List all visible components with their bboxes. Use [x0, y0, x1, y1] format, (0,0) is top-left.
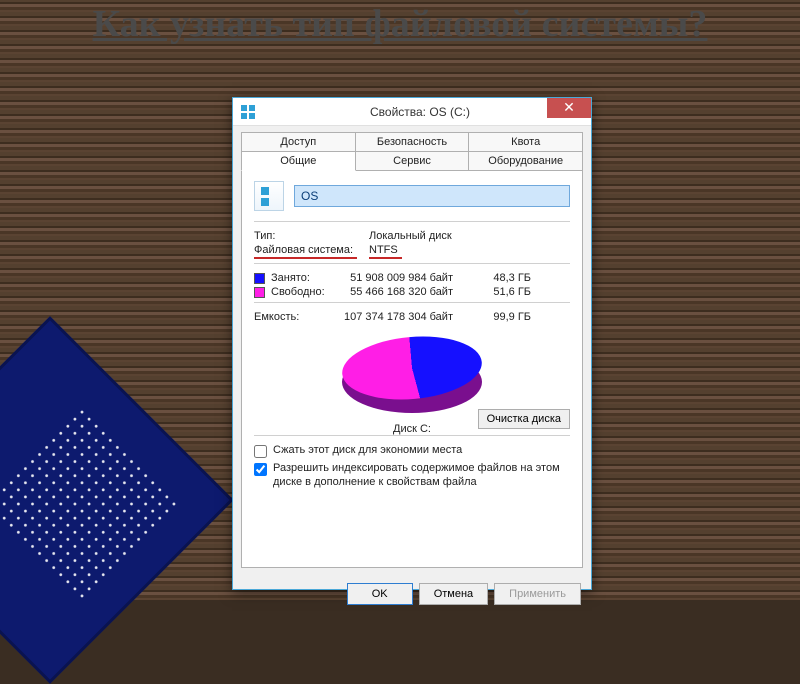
capacity-row: Емкость: 107 374 178 304 байт 99,9 ГБ [254, 311, 570, 323]
dialog-buttons: OK Отмена Применить [233, 577, 591, 613]
free-row: Свободно: 55 466 168 320 байт 51,6 ГБ [254, 286, 570, 298]
tab-security[interactable]: Безопасность [355, 132, 470, 152]
tab-row-2: Общие Сервис Оборудование [241, 152, 583, 171]
free-bytes: 55 466 168 320 байт [331, 286, 471, 298]
used-row: Занято: 51 908 009 984 байт 48,3 ГБ [254, 272, 570, 284]
titlebar[interactable]: Свойства: OS (C:) ✕ [233, 98, 591, 126]
pie-icon [342, 337, 482, 407]
filesystem-label: Файловая система: [254, 244, 369, 259]
usage-table: Занято: 51 908 009 984 байт 48,3 ГБ Своб… [254, 272, 570, 298]
ok-button[interactable]: OK [347, 583, 413, 605]
free-gb: 51,6 ГБ [471, 286, 531, 298]
filesystem-label-text: Файловая система: [254, 244, 357, 259]
tab-hardware[interactable]: Оборудование [468, 152, 583, 171]
type-value: Локальный диск [369, 230, 570, 242]
tab-panel-general: OS Тип: Локальный диск Файловая система:… [241, 170, 583, 568]
compress-checkbox[interactable] [254, 445, 267, 458]
separator [254, 435, 570, 436]
filesystem-value-text: NTFS [369, 244, 402, 259]
separator [254, 263, 570, 264]
tabs: Доступ Безопасность Квота Общие Сервис О… [233, 126, 591, 171]
capacity-label: Емкость: [254, 311, 331, 323]
used-gb: 48,3 ГБ [471, 272, 531, 284]
volume-name-input[interactable]: OS [294, 185, 570, 207]
index-label: Разрешить индексировать содержимое файло… [273, 462, 570, 490]
slide-title: Как узнать тип файловой системы? [0, 4, 800, 46]
separator [254, 221, 570, 222]
compress-label: Сжать этот диск для экономии места [273, 444, 462, 458]
index-checkbox[interactable] [254, 463, 267, 476]
used-label: Занято: [271, 272, 331, 284]
used-bytes: 51 908 009 984 байт [331, 272, 471, 284]
window-title: Свойства: OS (C:) [263, 105, 591, 119]
used-swatch-icon [254, 273, 265, 284]
close-button[interactable]: ✕ [547, 98, 591, 118]
filesystem-value: NTFS [369, 244, 570, 259]
tab-row-1: Доступ Безопасность Квота [241, 132, 583, 152]
free-label: Свободно: [271, 286, 331, 298]
compress-option[interactable]: Сжать этот диск для экономии места [254, 444, 570, 458]
apply-button[interactable]: Применить [494, 583, 581, 605]
disk-cleanup-button[interactable]: Очистка диска [478, 409, 570, 429]
type-label: Тип: [254, 230, 369, 242]
drive-icon [241, 105, 255, 119]
index-option[interactable]: Разрешить индексировать содержимое файло… [254, 462, 570, 490]
capacity-gb: 99,9 ГБ [471, 311, 531, 323]
tab-service[interactable]: Сервис [355, 152, 470, 171]
free-swatch-icon [254, 287, 265, 298]
properties-dialog: Свойства: OS (C:) ✕ Доступ Безопасность … [232, 97, 592, 590]
separator [254, 302, 570, 303]
tab-quota[interactable]: Квота [468, 132, 583, 152]
capacity-bytes: 107 374 178 304 байт [331, 311, 471, 323]
tab-general[interactable]: Общие [241, 152, 356, 171]
tab-access[interactable]: Доступ [241, 132, 356, 152]
volume-icon [254, 181, 284, 211]
usage-pie-chart: Диск C: Очистка диска [254, 331, 570, 431]
cancel-button[interactable]: Отмена [419, 583, 488, 605]
